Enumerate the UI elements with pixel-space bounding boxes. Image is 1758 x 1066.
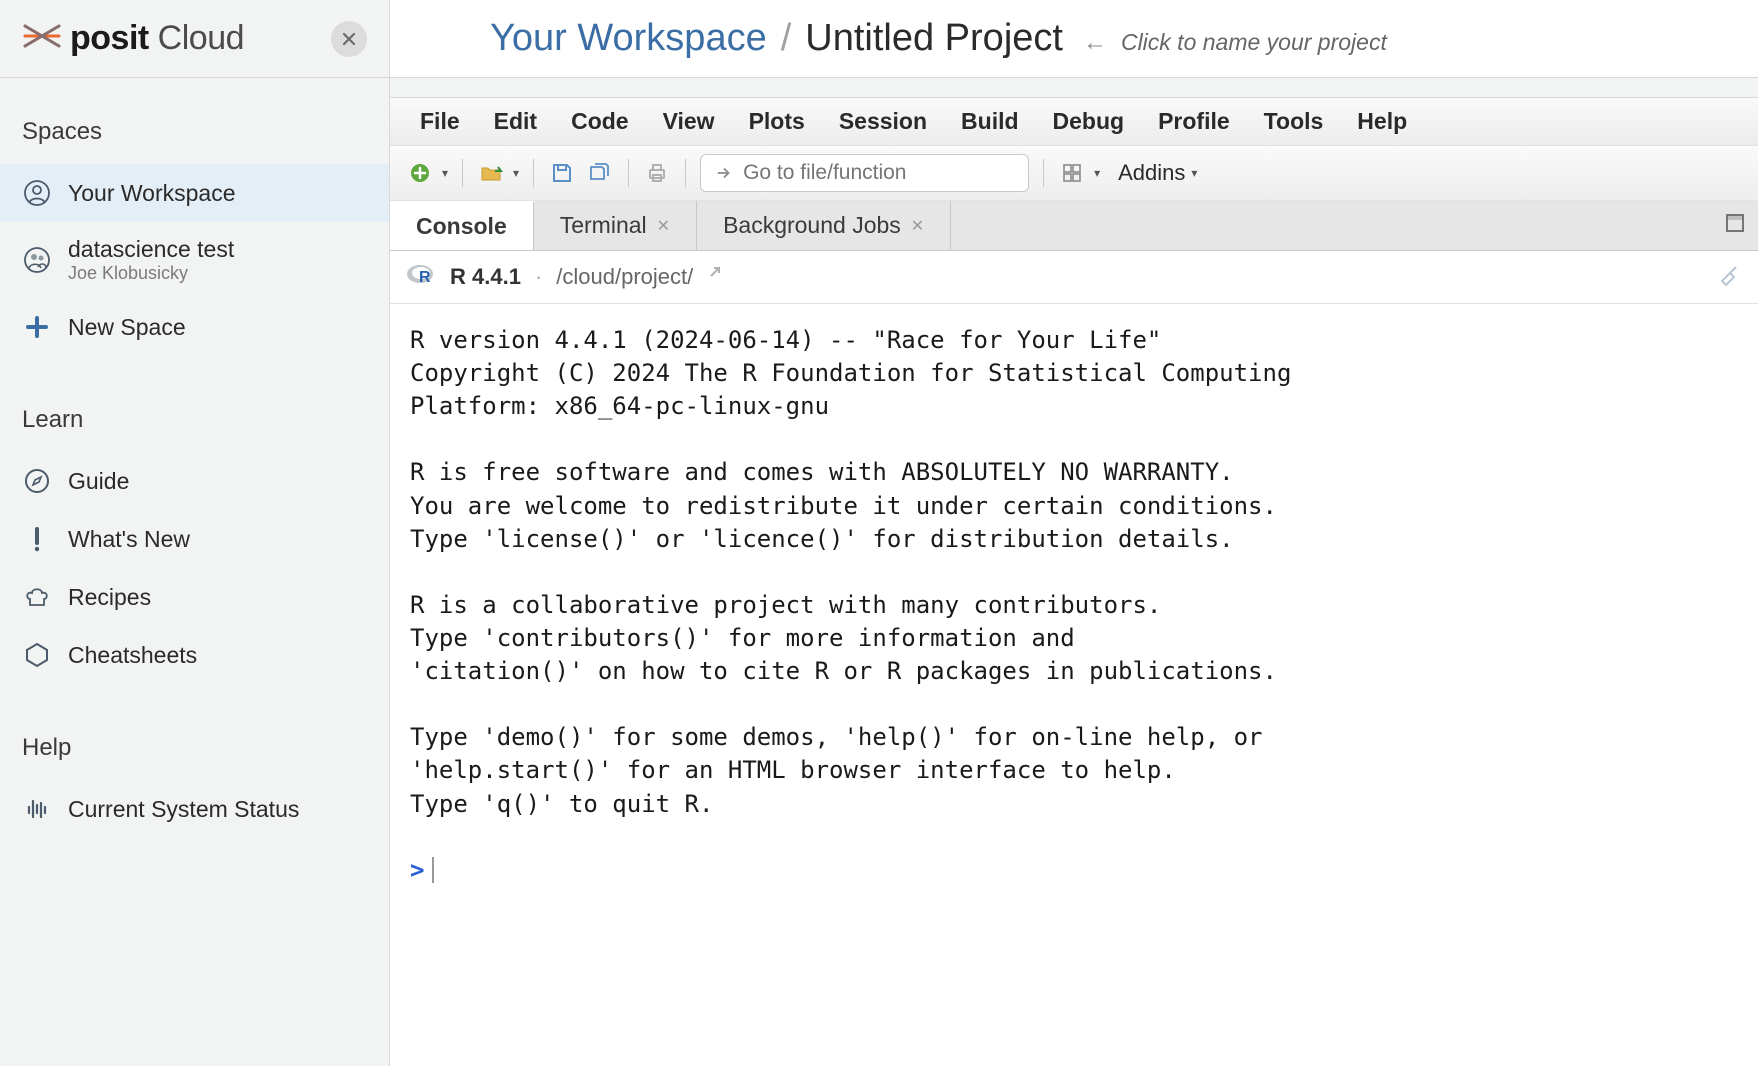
goto-input[interactable] [743, 161, 1014, 185]
svg-text:R: R [419, 269, 431, 286]
sidebar-item-label: Recipes [68, 584, 151, 611]
console-header: R R 4.4.1 · /cloud/project/ [390, 251, 1758, 304]
hexagon-icon [22, 640, 52, 670]
sidebar-item-label: datascience test [68, 236, 234, 263]
goto-arrow-icon [715, 164, 733, 182]
sidebar-item-datascience-test[interactable]: datascience test Joe Klobusicky [0, 222, 389, 298]
working-directory[interactable]: /cloud/project/ [556, 264, 693, 290]
sidebar-item-whats-new[interactable]: What's New [0, 510, 389, 568]
toolbar: ▾ ▾ ▾ [390, 146, 1758, 201]
grid-icon[interactable] [1058, 159, 1086, 187]
tabs-row: Console Terminal ✕ Background Jobs ✕ [390, 201, 1758, 251]
sidebar-item-label: New Space [68, 314, 186, 341]
close-icon[interactable]: ✕ [657, 216, 670, 236]
save-icon[interactable] [548, 159, 576, 187]
popout-icon[interactable] [707, 264, 727, 290]
sidebar-item-cheatsheets[interactable]: Cheatsheets [0, 626, 389, 684]
menu-help[interactable]: Help [1357, 108, 1407, 135]
pulse-icon [22, 794, 52, 824]
sidebar-section-help: Help [0, 724, 389, 780]
open-dropdown[interactable]: ▾ [513, 166, 519, 180]
menu-view[interactable]: View [663, 108, 715, 135]
sidebar-item-label: Cheatsheets [68, 642, 197, 669]
sidebar-item-label: Guide [68, 468, 129, 495]
project-name[interactable]: Untitled Project [805, 17, 1063, 60]
sidebar-item-owner: Joe Klobusicky [68, 263, 234, 284]
sidebar-item-your-workspace[interactable]: Your Workspace [0, 164, 389, 222]
sidebar-item-label: What's New [68, 526, 190, 553]
addins-menu[interactable]: Addins ▾ [1118, 160, 1197, 186]
text-cursor [432, 857, 434, 883]
chevron-down-icon: ▾ [1191, 166, 1197, 180]
menu-build[interactable]: Build [961, 108, 1019, 135]
compass-icon [22, 466, 52, 496]
chef-hat-icon [22, 582, 52, 612]
open-folder-icon[interactable] [477, 159, 505, 187]
menu-code[interactable]: Code [571, 108, 629, 135]
menu-plots[interactable]: Plots [749, 108, 805, 135]
breadcrumb-workspace-link[interactable]: Your Workspace [490, 17, 767, 60]
menu-edit[interactable]: Edit [494, 108, 537, 135]
posit-logo-icon [22, 16, 62, 61]
breadcrumb: Your Workspace / Untitled Project ← Clic… [490, 17, 1387, 60]
menu-profile[interactable]: Profile [1158, 108, 1230, 135]
r-version-label: R 4.4.1 [450, 264, 521, 290]
close-icon[interactable]: ✕ [911, 216, 924, 236]
sidebar-item-label: Current System Status [68, 796, 299, 823]
logo-text: posit Cloud [70, 19, 244, 58]
goto-file-function[interactable] [700, 154, 1029, 192]
sidebar-item-system-status[interactable]: Current System Status [0, 780, 389, 838]
plus-icon [22, 312, 52, 342]
posit-logo[interactable]: posit Cloud [22, 16, 244, 61]
tab-background-jobs[interactable]: Background Jobs ✕ [697, 201, 951, 250]
ide-pane: File Edit Code View Plots Session Build … [390, 78, 1758, 1066]
collapse-sidebar-button[interactable] [331, 21, 367, 57]
new-file-icon[interactable] [406, 159, 434, 187]
r-logo-icon: R [406, 259, 436, 295]
tab-console[interactable]: Console [390, 201, 534, 250]
sidebar-item-label: Your Workspace [68, 180, 235, 207]
sidebar-item-recipes[interactable]: Recipes [0, 568, 389, 626]
top-header: posit Cloud Your Workspace / Untitled Pr… [0, 0, 1758, 78]
project-name-hint: Click to name your project [1121, 29, 1387, 56]
new-file-dropdown[interactable]: ▾ [442, 166, 448, 180]
print-icon[interactable] [643, 159, 671, 187]
exclamation-icon [22, 524, 52, 554]
sidebar-section-learn: Learn [0, 396, 389, 452]
sidebar-item-new-space[interactable]: New Space [0, 298, 389, 356]
clear-console-icon[interactable] [1716, 261, 1742, 293]
group-circle-icon [22, 245, 52, 275]
dot-separator: · [535, 264, 542, 290]
menu-debug[interactable]: Debug [1053, 108, 1125, 135]
hint-arrow-icon: ← [1083, 29, 1107, 57]
close-icon [341, 31, 357, 47]
console-output[interactable]: R version 4.4.1 (2024-06-14) -- "Race fo… [390, 304, 1758, 1066]
main: Spaces Your Workspace datascience test J… [0, 78, 1758, 1066]
maximize-pane-icon[interactable] [1724, 212, 1746, 239]
breadcrumb-separator: / [781, 17, 792, 60]
user-circle-icon [22, 178, 52, 208]
menu-file[interactable]: File [420, 108, 460, 135]
menubar: File Edit Code View Plots Session Build … [390, 98, 1758, 146]
sidebar: Spaces Your Workspace datascience test J… [0, 78, 390, 1066]
console-prompt: > [410, 854, 424, 887]
tab-terminal[interactable]: Terminal ✕ [534, 201, 697, 250]
sidebar-item-guide[interactable]: Guide [0, 452, 389, 510]
header-left: posit Cloud [0, 0, 390, 77]
menu-tools[interactable]: Tools [1264, 108, 1324, 135]
grid-dropdown[interactable]: ▾ [1094, 166, 1100, 180]
header-right: Your Workspace / Untitled Project ← Clic… [390, 0, 1758, 77]
console-text: R version 4.4.1 (2024-06-14) -- "Race fo… [410, 326, 1291, 818]
sidebar-section-spaces: Spaces [0, 108, 389, 164]
save-all-icon[interactable] [586, 159, 614, 187]
menu-session[interactable]: Session [839, 108, 927, 135]
